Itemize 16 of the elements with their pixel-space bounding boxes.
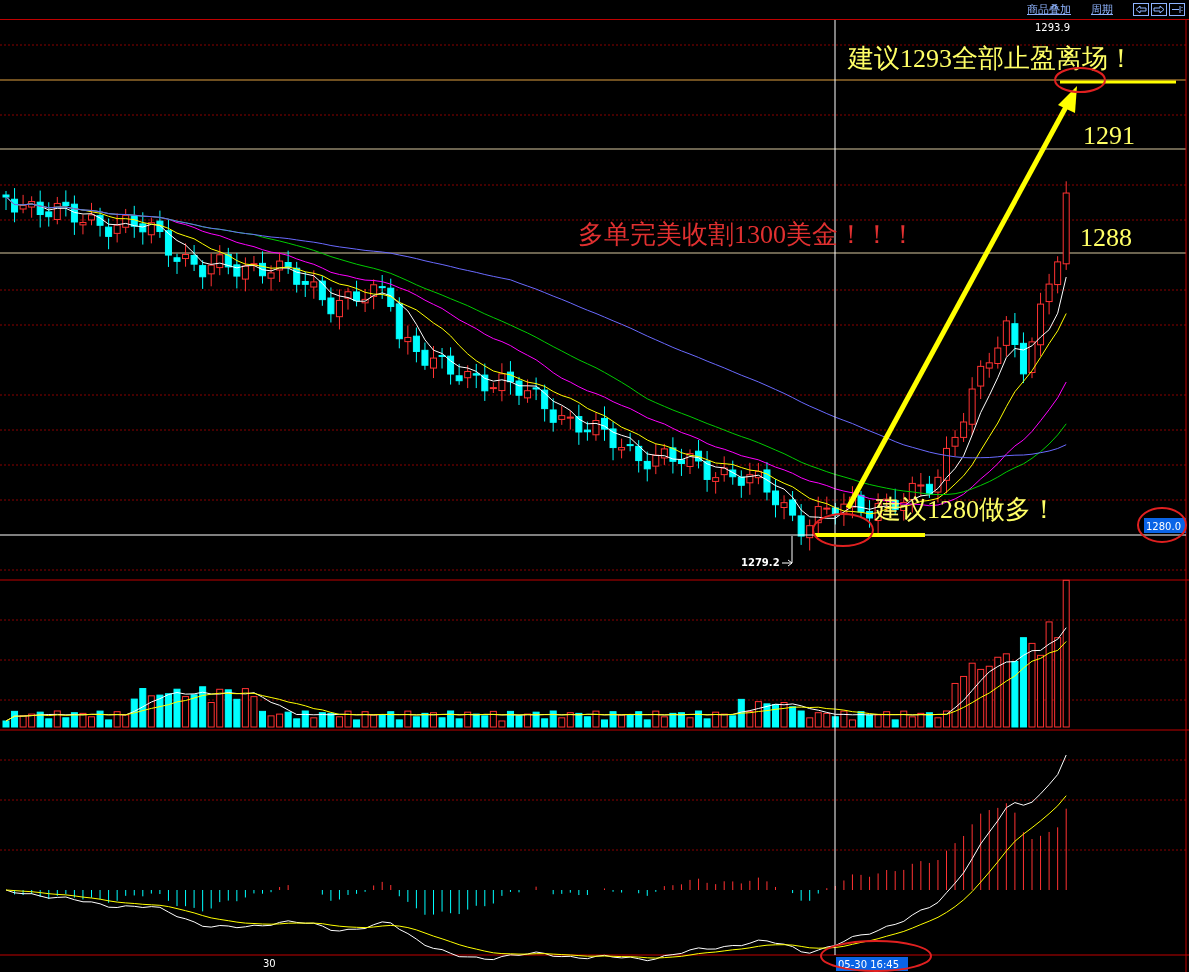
- low-price-pointer-icon: [781, 535, 793, 567]
- crosshair-price-label: 1280.0: [1144, 518, 1186, 533]
- time-tick-label: 30: [263, 958, 276, 969]
- toolbar-link[interactable]: 商品叠加: [1027, 2, 1071, 17]
- level-label: 1291: [1083, 121, 1135, 150]
- highlight-circle: [1137, 507, 1187, 543]
- exit-annotation: 建议1293全部止盈离场！: [848, 44, 1134, 73]
- panel-toggle-icon[interactable]: [1169, 3, 1185, 16]
- right-arrow-icon[interactable]: [1151, 3, 1167, 16]
- toolbar-link[interactable]: 周期: [1091, 2, 1113, 17]
- crosshair-time-label: 05-30 16:45: [836, 957, 908, 971]
- level-label: 1288: [1080, 223, 1132, 252]
- low-price-label: 1279.2: [741, 557, 780, 568]
- highlight-circle: [812, 513, 874, 547]
- left-arrow-icon[interactable]: [1133, 3, 1149, 16]
- high-price-label: 1293.9: [1035, 22, 1070, 33]
